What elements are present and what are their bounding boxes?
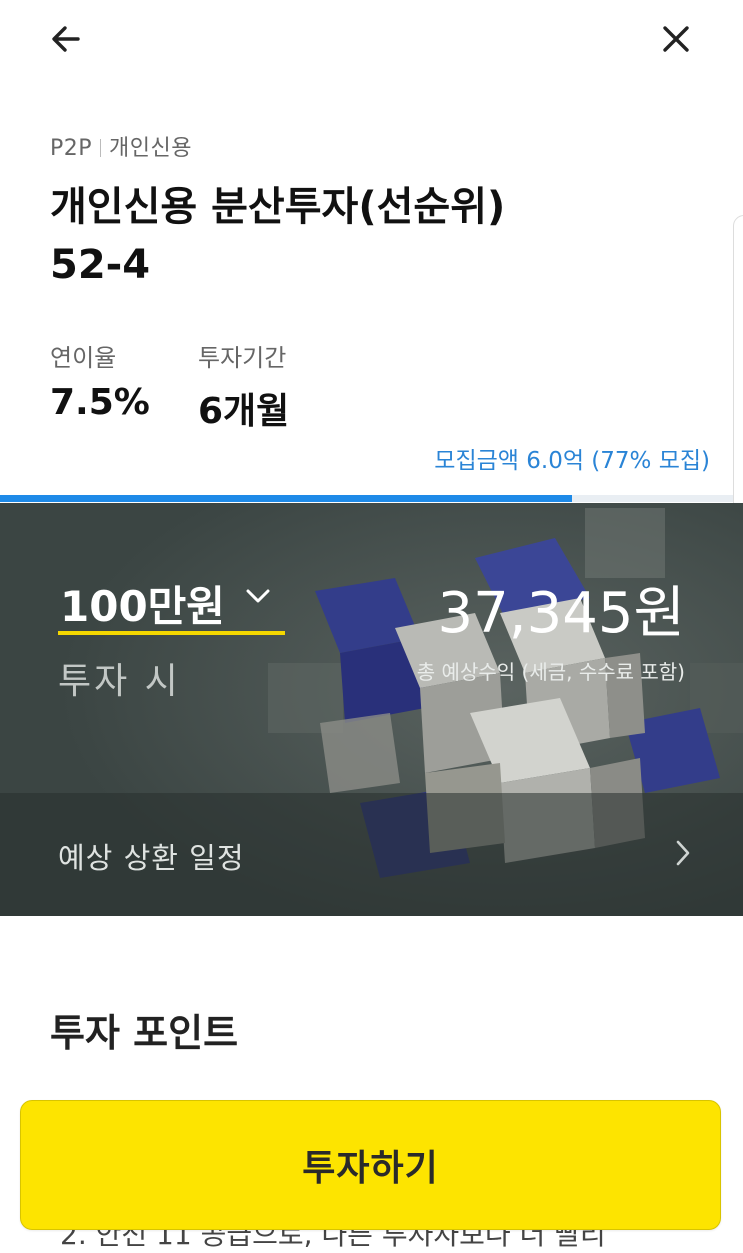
- category-primary: P2P: [50, 136, 93, 161]
- repayment-schedule-label: 예상 상환 일정: [58, 841, 245, 875]
- category-divider: [100, 139, 102, 157]
- investment-period-value: 6개월: [198, 391, 290, 432]
- expected-profit-value: 37,345원: [437, 581, 685, 646]
- category-secondary: 개인신용: [109, 136, 192, 161]
- expected-profit-caption: 총 예상수익 (세금, 수수료 포함): [416, 660, 685, 684]
- product-title-line1: 개인신용 분산투자(선순위): [50, 184, 506, 230]
- arrow-left-icon: [52, 26, 80, 52]
- scroll-edge-indicator: [733, 215, 743, 517]
- chevron-right-icon: [676, 840, 690, 866]
- funding-progress-fill: [0, 495, 573, 502]
- product-title-line2: 52-4: [50, 242, 151, 288]
- amount-caption: 투자 시: [58, 661, 181, 702]
- close-icon: [663, 26, 689, 52]
- annual-rate-label: 연이율: [50, 344, 117, 372]
- close-button[interactable]: [652, 15, 700, 63]
- amount-underline: [58, 631, 285, 635]
- top-app-bar: [0, 0, 743, 80]
- product-category: P2P 개인신용: [50, 130, 192, 162]
- selected-amount: 100만원: [60, 582, 225, 631]
- invest-button[interactable]: 투자하기: [20, 1100, 721, 1230]
- funding-status-text: 모집금액 6.0억 (77% 모집): [434, 448, 710, 474]
- product-title: 개인신용 분산투자(선순위) 52-4: [50, 178, 690, 294]
- back-button[interactable]: [42, 15, 90, 63]
- annual-rate-value: 7.5%: [50, 382, 150, 423]
- investment-period-label: 투자기간: [198, 344, 287, 372]
- repayment-schedule-row[interactable]: 예상 상환 일정: [0, 793, 743, 916]
- investment-amount-dropdown[interactable]: 100만원: [58, 570, 285, 636]
- chevron-down-icon: [246, 589, 270, 603]
- investment-points-heading: 투자 포인트: [50, 1011, 239, 1055]
- invest-button-label: 투자하기: [302, 1148, 439, 1189]
- funding-progress-bar: [0, 495, 743, 502]
